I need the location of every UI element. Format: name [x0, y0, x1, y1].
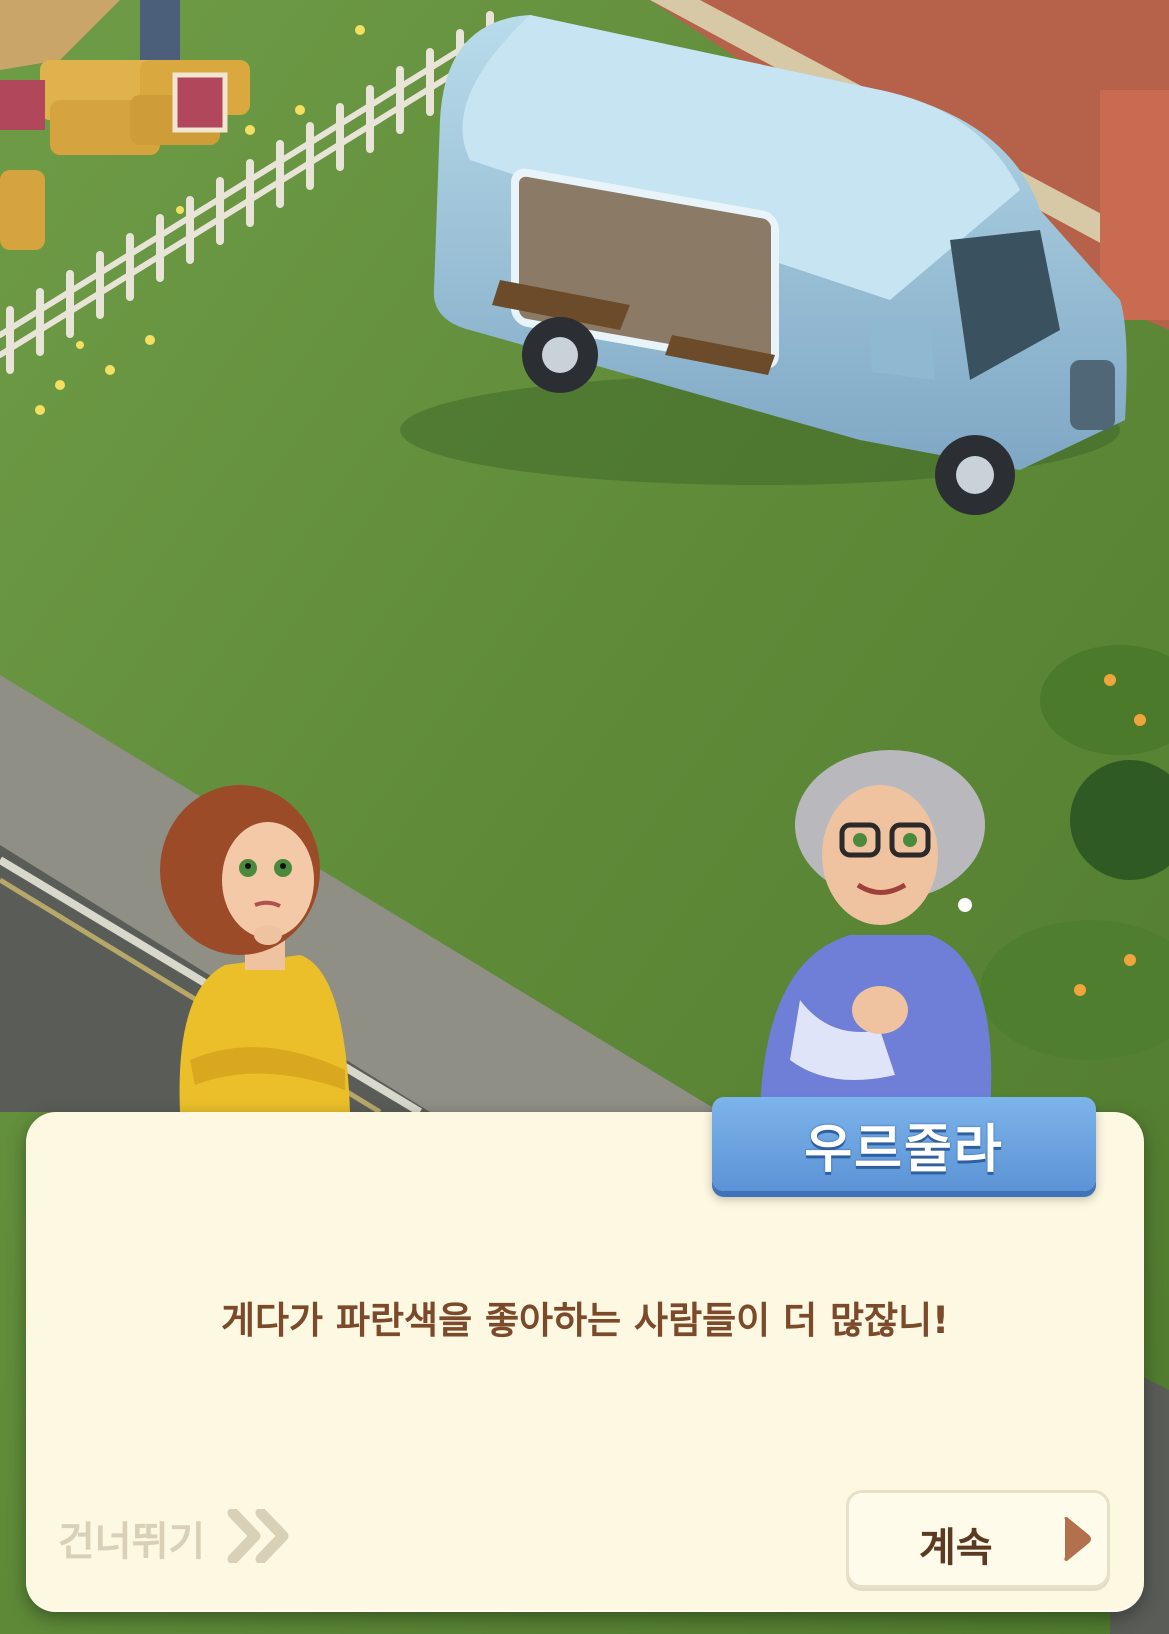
skip-label: 건너뛰기: [58, 1519, 206, 1565]
continue-label: 계속: [919, 1525, 993, 1571]
double-chevron-right-icon: [227, 1507, 293, 1567]
speaker-name-tag: 우르줄라: [712, 1097, 1096, 1191]
continue-button[interactable]: 계속: [846, 1490, 1110, 1588]
skip-button[interactable]: 건너뛰기: [58, 1506, 293, 1570]
speaker-name: 우르줄라: [804, 1119, 1004, 1180]
play-arrow-icon: [1061, 1515, 1095, 1567]
dialog-message: 게다가 파란색을 좋아하는 사람들이 더 많잖니!: [220, 1299, 950, 1342]
